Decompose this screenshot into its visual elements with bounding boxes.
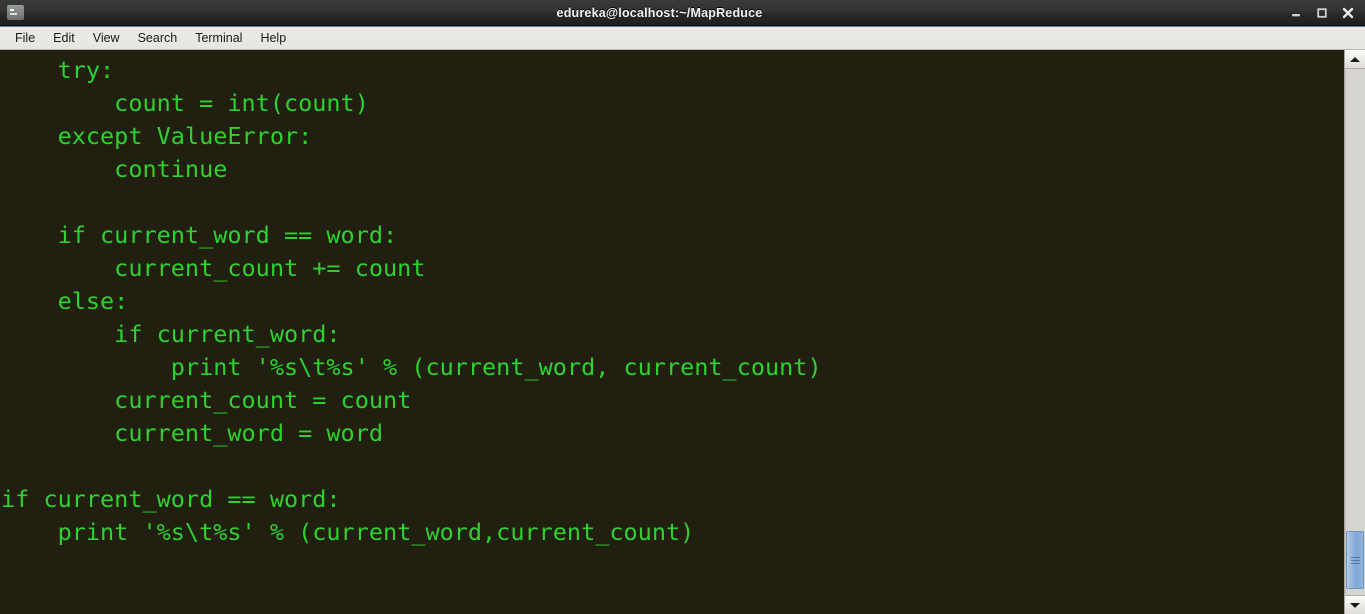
menubar: File Edit View Search Terminal Help (0, 26, 1365, 50)
menu-item-view[interactable]: View (84, 29, 129, 47)
chevron-down-icon (1350, 602, 1360, 608)
terminal-line: try: (1, 56, 115, 84)
chevron-up-icon (1350, 56, 1360, 62)
terminal-line: if current_word == word: (1, 221, 398, 249)
menu-item-edit[interactable]: Edit (44, 29, 84, 47)
terminal-line: current_count = count (1, 386, 412, 414)
close-icon[interactable] (1341, 6, 1355, 20)
menu-item-file[interactable]: File (6, 29, 44, 47)
maximize-icon[interactable] (1315, 6, 1329, 20)
titlebar-icon-area (0, 5, 30, 20)
terminal-line: except ValueError: (1, 122, 313, 150)
minimize-icon[interactable] (1289, 6, 1303, 20)
terminal-screen[interactable]: try: count = int(count) except ValueErro… (0, 50, 1344, 614)
scroll-up-button[interactable] (1345, 50, 1365, 69)
window-titlebar[interactable]: edureka@localhost:~/MapReduce (0, 0, 1365, 26)
vertical-scrollbar[interactable] (1344, 50, 1365, 614)
terminal-line: print '%s\t%s' % (current_word, current_… (1, 353, 822, 381)
terminal-line: current_count += count (1, 254, 426, 282)
terminal-line: if current_word: (1, 320, 341, 348)
grip-icon (1350, 556, 1360, 564)
terminal-line: else: (1, 287, 129, 315)
terminal-text: try: count = int(count) except ValueErro… (0, 54, 1344, 582)
terminal-window: edureka@localhost:~/MapReduce File Edit (0, 0, 1365, 614)
scroll-down-button[interactable] (1345, 595, 1365, 614)
scrollbar-track[interactable] (1345, 69, 1365, 595)
terminal-line: print '%s\t%s' % (current_word,current_c… (1, 518, 695, 546)
menu-item-terminal[interactable]: Terminal (186, 29, 251, 47)
terminal-line: if current_word == word: (1, 485, 341, 513)
terminal-line: continue (1, 155, 228, 183)
terminal-line: current_word = word (1, 419, 384, 447)
menu-item-search[interactable]: Search (129, 29, 187, 47)
scrollbar-thumb[interactable] (1346, 531, 1364, 589)
window-title: edureka@localhost:~/MapReduce (556, 5, 763, 20)
window-controls (1289, 6, 1365, 20)
terminal-icon (6, 5, 24, 20)
terminal-body: try: count = int(count) except ValueErro… (0, 50, 1365, 614)
terminal-line: count = int(count) (1, 89, 369, 117)
menu-item-help[interactable]: Help (251, 29, 295, 47)
